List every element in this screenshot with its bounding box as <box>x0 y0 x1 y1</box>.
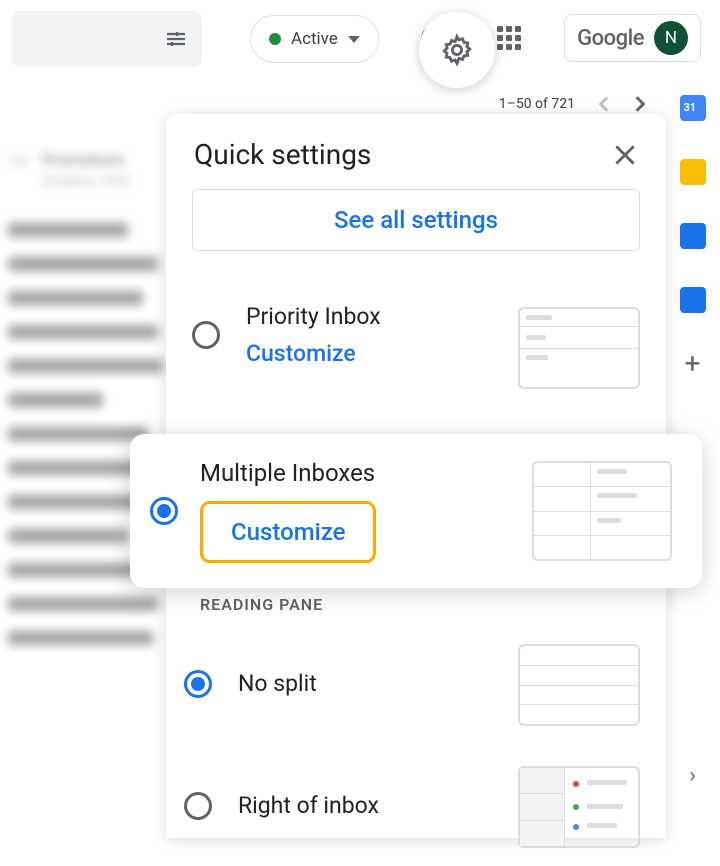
add-icon[interactable]: + <box>680 351 706 377</box>
radio-icon[interactable] <box>192 321 220 349</box>
status-pill[interactable]: Active <box>250 15 379 63</box>
reading-option-right[interactable]: Right of inbox <box>166 744 666 866</box>
radio-icon[interactable] <box>184 792 212 820</box>
status-dot-icon <box>269 33 281 45</box>
inbox-option-priority[interactable]: Priority Inbox Customize <box>166 273 666 407</box>
inbox-option-multiple[interactable]: Multiple Inboxes Customize <box>130 434 702 588</box>
calendar-icon[interactable] <box>680 95 706 121</box>
contacts-icon[interactable] <box>680 287 706 313</box>
radio-icon[interactable] <box>184 670 212 698</box>
gear-icon <box>440 33 474 67</box>
avatar: N <box>654 21 688 55</box>
status-label: Active <box>291 29 338 49</box>
preview-thumbnail <box>518 766 640 848</box>
option-label: Priority Inbox <box>246 303 492 330</box>
preview-thumbnail <box>532 461 672 561</box>
tasks-icon[interactable] <box>680 223 706 249</box>
option-label: No split <box>238 670 492 697</box>
close-icon[interactable] <box>612 142 638 168</box>
tune-icon <box>164 27 188 51</box>
apps-icon[interactable] <box>497 26 521 50</box>
search-box[interactable] <box>12 11 202 67</box>
settings-button[interactable] <box>419 12 495 88</box>
next-icon[interactable] <box>633 95 647 113</box>
option-label: Right of inbox <box>238 792 492 819</box>
google-label: Google <box>577 26 644 51</box>
pagination-text: 1–50 of 721 <box>499 96 575 112</box>
option-label: Multiple Inboxes <box>200 459 375 487</box>
keep-icon[interactable] <box>680 159 706 185</box>
expand-icon[interactable]: › <box>689 763 696 788</box>
quick-settings-panel: Quick settings See all settings Priority… <box>166 114 666 838</box>
panel-title: Quick settings <box>194 138 371 171</box>
reading-option-no-split[interactable]: No split <box>166 622 666 744</box>
preview-thumbnail <box>518 644 640 726</box>
promotions-tab: Promotions <box>42 150 131 169</box>
radio-icon[interactable] <box>150 497 178 525</box>
customize-button[interactable]: Customize <box>200 501 376 563</box>
see-all-settings-button[interactable]: See all settings <box>192 189 640 251</box>
chevron-down-icon <box>348 36 360 43</box>
customize-link[interactable]: Customize <box>246 340 492 367</box>
account-button[interactable]: Google N <box>564 14 701 62</box>
preview-thumbnail <box>518 307 640 389</box>
prev-icon[interactable] <box>597 95 611 113</box>
